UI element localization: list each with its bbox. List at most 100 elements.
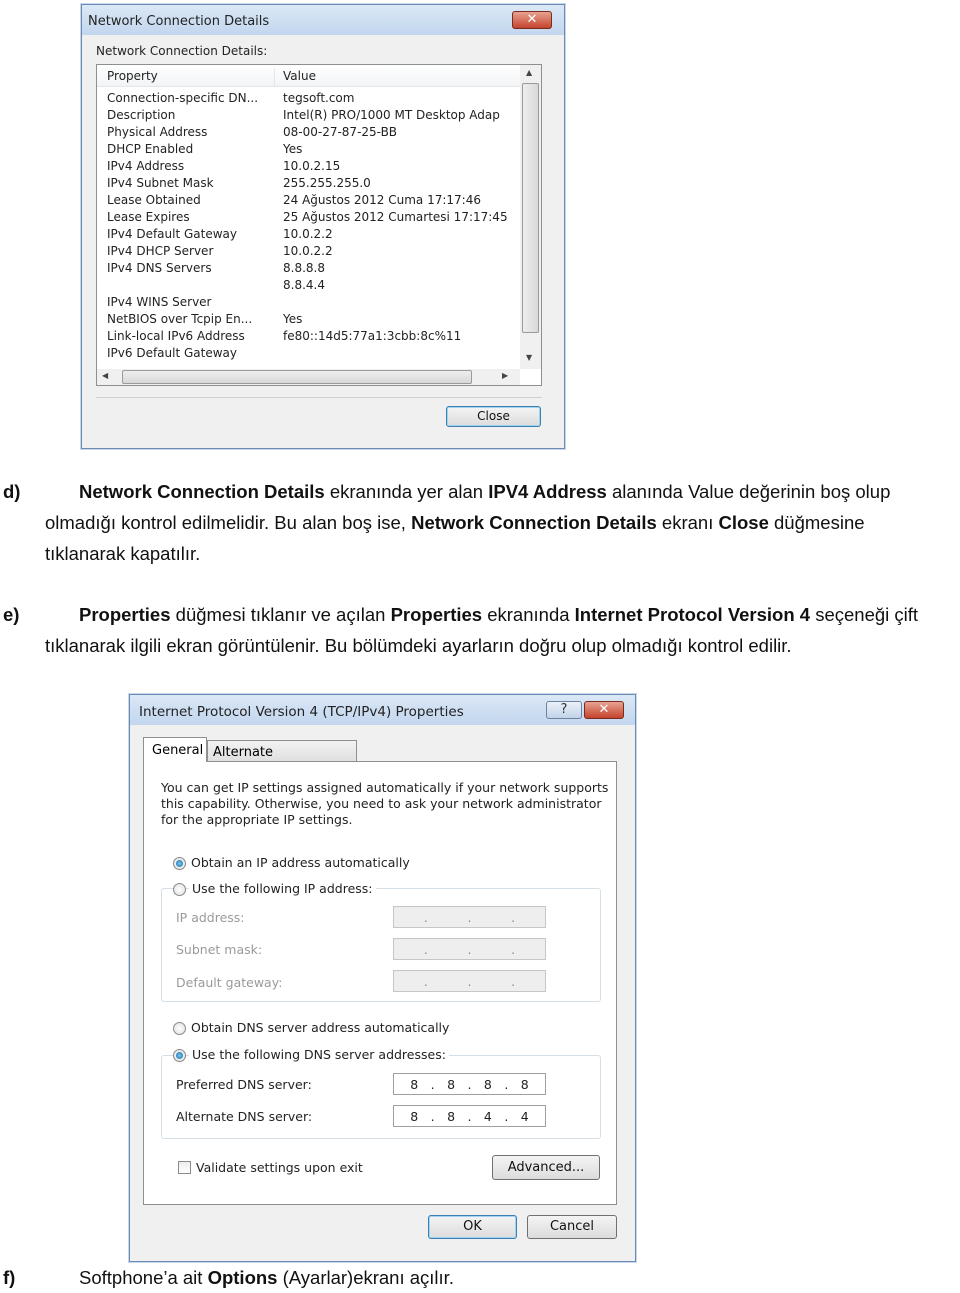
octet: 8	[410, 1108, 419, 1124]
ip-address-input: ...	[393, 906, 546, 928]
value-cell: 08-00-27-87-25-BB	[283, 125, 398, 139]
scroll-left-icon[interactable]: ◀	[102, 371, 108, 380]
value-cell: Yes	[283, 312, 303, 326]
paragraph-e-line1: Properties düğmesi tıklanır ve açılan Pr…	[79, 604, 918, 626]
paragraph-e-line2: tıklanarak ilgili ekran görüntülenir. Bu…	[45, 635, 792, 656]
advanced-button[interactable]: Advanced...	[492, 1155, 600, 1180]
value-cell: 255.255.255.0	[283, 176, 371, 190]
preferred-dns-input[interactable]: 8.8.8.8	[393, 1073, 546, 1095]
octet: 4	[520, 1108, 529, 1124]
text: düğmesine	[768, 512, 865, 533]
bold-term: IPV4 Address	[488, 481, 607, 502]
bold-term: Properties	[79, 604, 171, 625]
bold-term: Properties	[390, 604, 483, 625]
text: Softphone’a ait	[79, 1267, 208, 1288]
column-header-value[interactable]: Value	[283, 69, 316, 83]
scroll-up-icon[interactable]: ▲	[526, 68, 532, 77]
marker-d: d)	[3, 481, 21, 502]
bold-term: Close	[718, 512, 769, 533]
radio-use-following-dns-label[interactable]: Use the following DNS server addresses:	[189, 1047, 449, 1062]
value-cell: 25 Ağustos 2012 Cumartesi 17:17:45	[283, 210, 508, 224]
hscroll-thumb[interactable]	[122, 370, 472, 384]
radio-use-following-dns[interactable]	[173, 1049, 186, 1062]
bold-term: Network Connection Details	[411, 512, 657, 533]
close-icon[interactable]: ✕	[512, 11, 552, 29]
text: düğmesi tıklanır ve açılan	[170, 604, 391, 625]
property-cell: IPv6 Default Gateway	[107, 346, 237, 360]
property-cell: IPv4 Default Gateway	[107, 227, 237, 241]
property-cell: Lease Obtained	[107, 193, 201, 207]
horizontal-scrollbar[interactable]: ◀ ▶	[97, 369, 520, 385]
marker-f: f)	[3, 1267, 16, 1288]
value-cell: 10.0.2.2	[283, 227, 333, 241]
paragraph-d-line2: olmadığı kontrol edilmelidir. Bu alan bo…	[45, 512, 865, 534]
paragraph-d-line3: tıklanarak kapatılır.	[45, 543, 201, 564]
subnet-mask-input: ...	[393, 938, 546, 960]
property-cell: Lease Expires	[107, 210, 190, 224]
intro-line-2: this capability. Otherwise, you need to …	[161, 796, 602, 811]
default-gateway-input: ...	[393, 970, 546, 992]
scroll-down-icon[interactable]: ▼	[526, 353, 532, 362]
divider	[96, 397, 542, 398]
ok-button[interactable]: OK	[428, 1215, 517, 1239]
details-label: Network Connection Details:	[96, 44, 268, 58]
dialog-title: Internet Protocol Version 4 (TCP/IPv4) P…	[139, 704, 464, 720]
tab-panel-general: You can get IP settings assigned automat…	[143, 761, 617, 1205]
close-button[interactable]: Close	[446, 406, 541, 427]
paragraph-f-line1: Softphone’a ait Options (Ayarlar)ekranı …	[79, 1267, 454, 1289]
radio-obtain-dns-auto[interactable]	[173, 1022, 186, 1035]
value-cell: 10.0.2.15	[283, 159, 341, 173]
octet: 8	[447, 1108, 456, 1124]
text: ekranında yer alan	[324, 481, 489, 502]
close-button[interactable]: ✕	[584, 701, 624, 719]
octet: 8	[410, 1076, 419, 1092]
title-bar: Internet Protocol Version 4 (TCP/IPv4) P…	[130, 695, 635, 725]
bold-term: Options	[207, 1267, 278, 1288]
scroll-thumb[interactable]	[522, 83, 539, 333]
default-gateway-label: Default gateway:	[176, 975, 283, 990]
radio-use-following-ip[interactable]	[173, 883, 186, 896]
alternate-dns-label: Alternate DNS server:	[176, 1109, 313, 1124]
value-cell: 8.8.4.4	[283, 278, 325, 292]
vertical-scrollbar[interactable]: ▲ ▼	[520, 65, 541, 369]
property-cell: Link-local IPv6 Address	[107, 329, 245, 343]
text: ekranı	[656, 512, 719, 533]
value-cell: tegsoft.com	[283, 91, 355, 105]
property-cell: Physical Address	[107, 125, 208, 139]
text: olmadığı kontrol edilmelidir. Bu alan bo…	[45, 512, 412, 533]
dialog-title: Network Connection Details	[88, 14, 270, 29]
scroll-right-icon[interactable]: ▶	[502, 371, 508, 380]
ipv4-properties-dialog: Internet Protocol Version 4 (TCP/IPv4) P…	[129, 694, 636, 1262]
radio-obtain-dns-auto-label[interactable]: Obtain DNS server address automatically	[191, 1020, 449, 1035]
intro-line-1: You can get IP settings assigned automat…	[161, 780, 609, 795]
property-cell: IPv4 DHCP Server	[107, 244, 214, 258]
tab-alternate-configuration[interactable]: Alternate Configuration	[207, 740, 357, 775]
radio-use-following-ip-label[interactable]: Use the following IP address:	[189, 881, 376, 896]
property-cell: Connection-specific DN...	[107, 91, 259, 105]
octet: 8	[483, 1076, 492, 1092]
validate-checkbox-label[interactable]: Validate settings upon exit	[196, 1160, 363, 1175]
radio-obtain-ip-auto-label[interactable]: Obtain an IP address automatically	[191, 855, 410, 870]
validate-checkbox[interactable]	[178, 1161, 191, 1174]
value-cell: Yes	[283, 142, 303, 156]
cancel-button[interactable]: Cancel	[527, 1215, 617, 1239]
radio-obtain-ip-auto[interactable]	[173, 857, 186, 870]
alternate-dns-input[interactable]: 8.8.4.4	[393, 1105, 546, 1127]
property-cell: IPv4 Address	[107, 159, 185, 173]
octet: 8	[447, 1076, 456, 1092]
property-cell: NetBIOS over Tcpip En...	[107, 312, 253, 326]
value-cell: 8.8.8.8	[283, 261, 325, 275]
marker-e: e)	[3, 604, 20, 625]
value-cell: 10.0.2.2	[283, 244, 333, 258]
text: seçeneği çift	[810, 604, 919, 625]
octet: 4	[483, 1108, 492, 1124]
preferred-dns-label: Preferred DNS server:	[176, 1077, 312, 1092]
ip-address-label: IP address:	[176, 910, 245, 925]
property-cell: IPv4 Subnet Mask	[107, 176, 214, 190]
tab-general[interactable]: General	[143, 737, 207, 762]
bold-term: Internet Protocol Version 4	[574, 604, 811, 625]
help-button[interactable]: ?	[546, 701, 582, 719]
column-header-property[interactable]: Property	[107, 69, 275, 87]
network-connection-details-dialog: Network Connection Details ✕ Network Con…	[81, 4, 565, 449]
value-cell: fe80::14d5:77a1:3cbb:8c%11	[283, 329, 462, 343]
